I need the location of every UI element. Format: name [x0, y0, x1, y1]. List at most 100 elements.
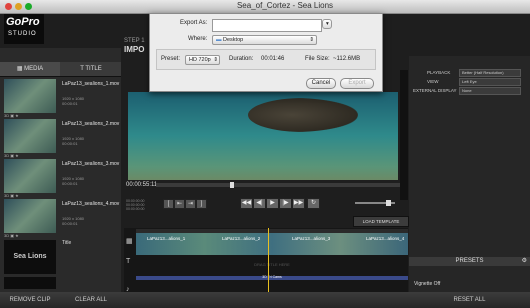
external-display-label: EXTERNAL DISPLAY: [413, 88, 457, 93]
view-select[interactable]: Left Eye: [459, 78, 521, 86]
play-button[interactable]: ▶: [266, 198, 279, 209]
timeline-playhead[interactable]: [268, 228, 269, 292]
film-icon: ▦: [16, 66, 23, 72]
title-t-icon: T: [80, 66, 84, 72]
film-icon: ▦: [126, 238, 133, 245]
zoom-window-button[interactable]: [25, 3, 32, 10]
close-window-button[interactable]: [5, 3, 12, 10]
filesize-label: File Size:: [305, 56, 330, 62]
clip-thumbnail: [4, 79, 56, 113]
chevron-down-icon: ▾: [326, 21, 329, 27]
clear-all-button[interactable]: CLEAR ALL: [61, 292, 121, 308]
timeline-clip-label[interactable]: LaPaz13...alions_1: [147, 236, 185, 241]
title-item-label: Title: [62, 240, 72, 246]
export-button[interactable]: Export: [340, 78, 374, 89]
export-as-field[interactable]: [212, 19, 322, 32]
sea-lion-image: [248, 98, 358, 132]
where-label: Where:: [188, 36, 208, 42]
step-title: IMPO: [124, 45, 145, 54]
title-thumbnail[interactable]: Sea Lions: [4, 240, 56, 274]
mark-in-icon: [: [167, 201, 170, 207]
playback-label: PLAYBACK: [427, 70, 451, 75]
duration-value: 00:01:46: [261, 56, 285, 62]
presets-label: PRESETS: [455, 258, 484, 264]
go-in-button[interactable]: ⇤: [174, 199, 185, 209]
clip-name: LaPaz13_sealions_2.mov: [62, 121, 120, 127]
clip-info: 1920 x 1080 00:00:01: [62, 96, 85, 106]
vignette-preset[interactable]: Vignette Off: [414, 281, 440, 287]
media-clip[interactable]: 3D ▣ ★ LaPaz13_sealions_3.mov 1920 x 108…: [4, 159, 120, 198]
step-back-icon: ◀|: [256, 200, 263, 206]
load-template-button[interactable]: LOAD TEMPLATE: [353, 216, 409, 227]
clip-info: 1920 x 1080 00:00:01: [62, 216, 85, 226]
duration-label: Duration:: [229, 56, 254, 62]
step-forward-button[interactable]: |▶: [279, 198, 292, 209]
expand-button[interactable]: ▾: [322, 19, 332, 29]
timeline-clip-label[interactable]: LaPaz13...alions_2: [222, 236, 260, 241]
step-label: STEP 1: [124, 38, 145, 44]
external-display-select[interactable]: None: [459, 87, 521, 95]
loop-icon: ↻: [310, 200, 317, 206]
timeline-clip-label[interactable]: LaPaz13...alions_3: [292, 236, 330, 241]
folder-icon: ▬: [216, 37, 222, 43]
title-thumbnail[interactable]: [4, 277, 56, 289]
clip-icons: 3D ▣ ★: [4, 153, 19, 158]
gopro-studio-logo: GoPro STUDIO: [4, 14, 44, 44]
export-as-label: Export As:: [180, 20, 208, 26]
scrub-bar[interactable]: [156, 182, 400, 188]
volume-slider[interactable]: [355, 200, 395, 206]
drag-title-hint: DRAG TITLE HERE: [254, 262, 290, 267]
loop-button[interactable]: ↻: [307, 198, 320, 209]
remove-clip-button[interactable]: REMOVE CLIP: [0, 292, 60, 308]
fast-forward-button[interactable]: ▶▶: [292, 198, 305, 209]
clip-name: LaPaz13_sealions_4.mov: [62, 201, 120, 207]
export-settings-box: Preset: HD 720p ⇕ Duration: 00:01:46 Fil…: [156, 49, 376, 70]
mark-out-icon: ]: [200, 201, 203, 207]
tab-media-label: MEDIA: [24, 66, 44, 72]
chevron-updown-icon: ⇕: [309, 37, 314, 43]
volume-knob[interactable]: [385, 200, 391, 206]
video-side-strip: [400, 70, 408, 200]
tab-media[interactable]: ▦ MEDIA: [0, 62, 60, 76]
title-track-text: 3D Tri Cams: [262, 275, 282, 279]
go-out-button[interactable]: ⇥: [185, 199, 196, 209]
clip-thumbnail: [4, 119, 56, 153]
video-preview[interactable]: [128, 92, 398, 180]
export-dialog: Export As: ▾ Where: ▬ Desktop ⇕ Preset: …: [149, 13, 383, 92]
play-icon: ▶: [270, 200, 275, 206]
clip-info: 1920 x 1080 00:00:01: [62, 136, 85, 146]
media-clip[interactable]: 3D ▣ ★ LaPaz13_sealions_1.mov 1920 x 108…: [4, 79, 119, 118]
go-in-icon: ⇤: [176, 201, 183, 207]
clip-icons: 3D ▣ ★: [4, 193, 19, 198]
reset-all-button[interactable]: RESET ALL: [409, 292, 530, 308]
clip-thumbnail: [4, 199, 56, 233]
where-select[interactable]: ▬ Desktop ⇕: [212, 35, 317, 45]
media-clip[interactable]: 3D ▣ ★ LaPaz13_sealions_2.mov 1920 x 108…: [4, 119, 120, 158]
mark-out-button[interactable]: ]: [196, 199, 207, 209]
rewind-icon: ◀◀: [241, 200, 252, 206]
current-timecode: 00:00:55:11: [126, 182, 158, 188]
cancel-button[interactable]: Cancel: [306, 78, 336, 89]
clip-name: LaPaz13_sealions_3.mov: [62, 161, 120, 167]
gear-icon[interactable]: ⚙: [522, 257, 527, 266]
logo-subtext: STUDIO: [8, 31, 37, 37]
mark-in-button[interactable]: [: [163, 199, 174, 209]
clip-info: 1920 x 1080 00:00:01: [62, 176, 85, 186]
minimize-window-button[interactable]: [15, 3, 22, 10]
step-header: STEP 1 IMPO: [124, 38, 152, 58]
presets-header: PRESETS ⚙: [409, 257, 530, 266]
rewind-button[interactable]: ◀◀: [240, 198, 253, 209]
timeline-clip-label[interactable]: LaPaz13...alions_4: [366, 236, 404, 241]
playback-select[interactable]: Better (Half Resolution): [459, 69, 521, 77]
preset-value: HD 720p: [189, 57, 211, 63]
preset-label: Preset:: [161, 56, 181, 62]
chevron-updown-icon: ⇕: [213, 57, 218, 63]
media-clip[interactable]: 3D ▣ ★ LaPaz13_sealions_4.mov 1920 x 108…: [4, 199, 120, 238]
step-back-button[interactable]: ◀|: [253, 198, 266, 209]
fast-forward-icon: ▶▶: [293, 200, 304, 206]
clip-icons: 3D ▣ ★: [4, 113, 19, 118]
tab-title[interactable]: T TITLE: [61, 62, 121, 76]
go-out-icon: ⇥: [187, 201, 194, 207]
scrub-handle[interactable]: [230, 182, 235, 188]
preset-select[interactable]: HD 720p ⇕: [185, 55, 220, 65]
